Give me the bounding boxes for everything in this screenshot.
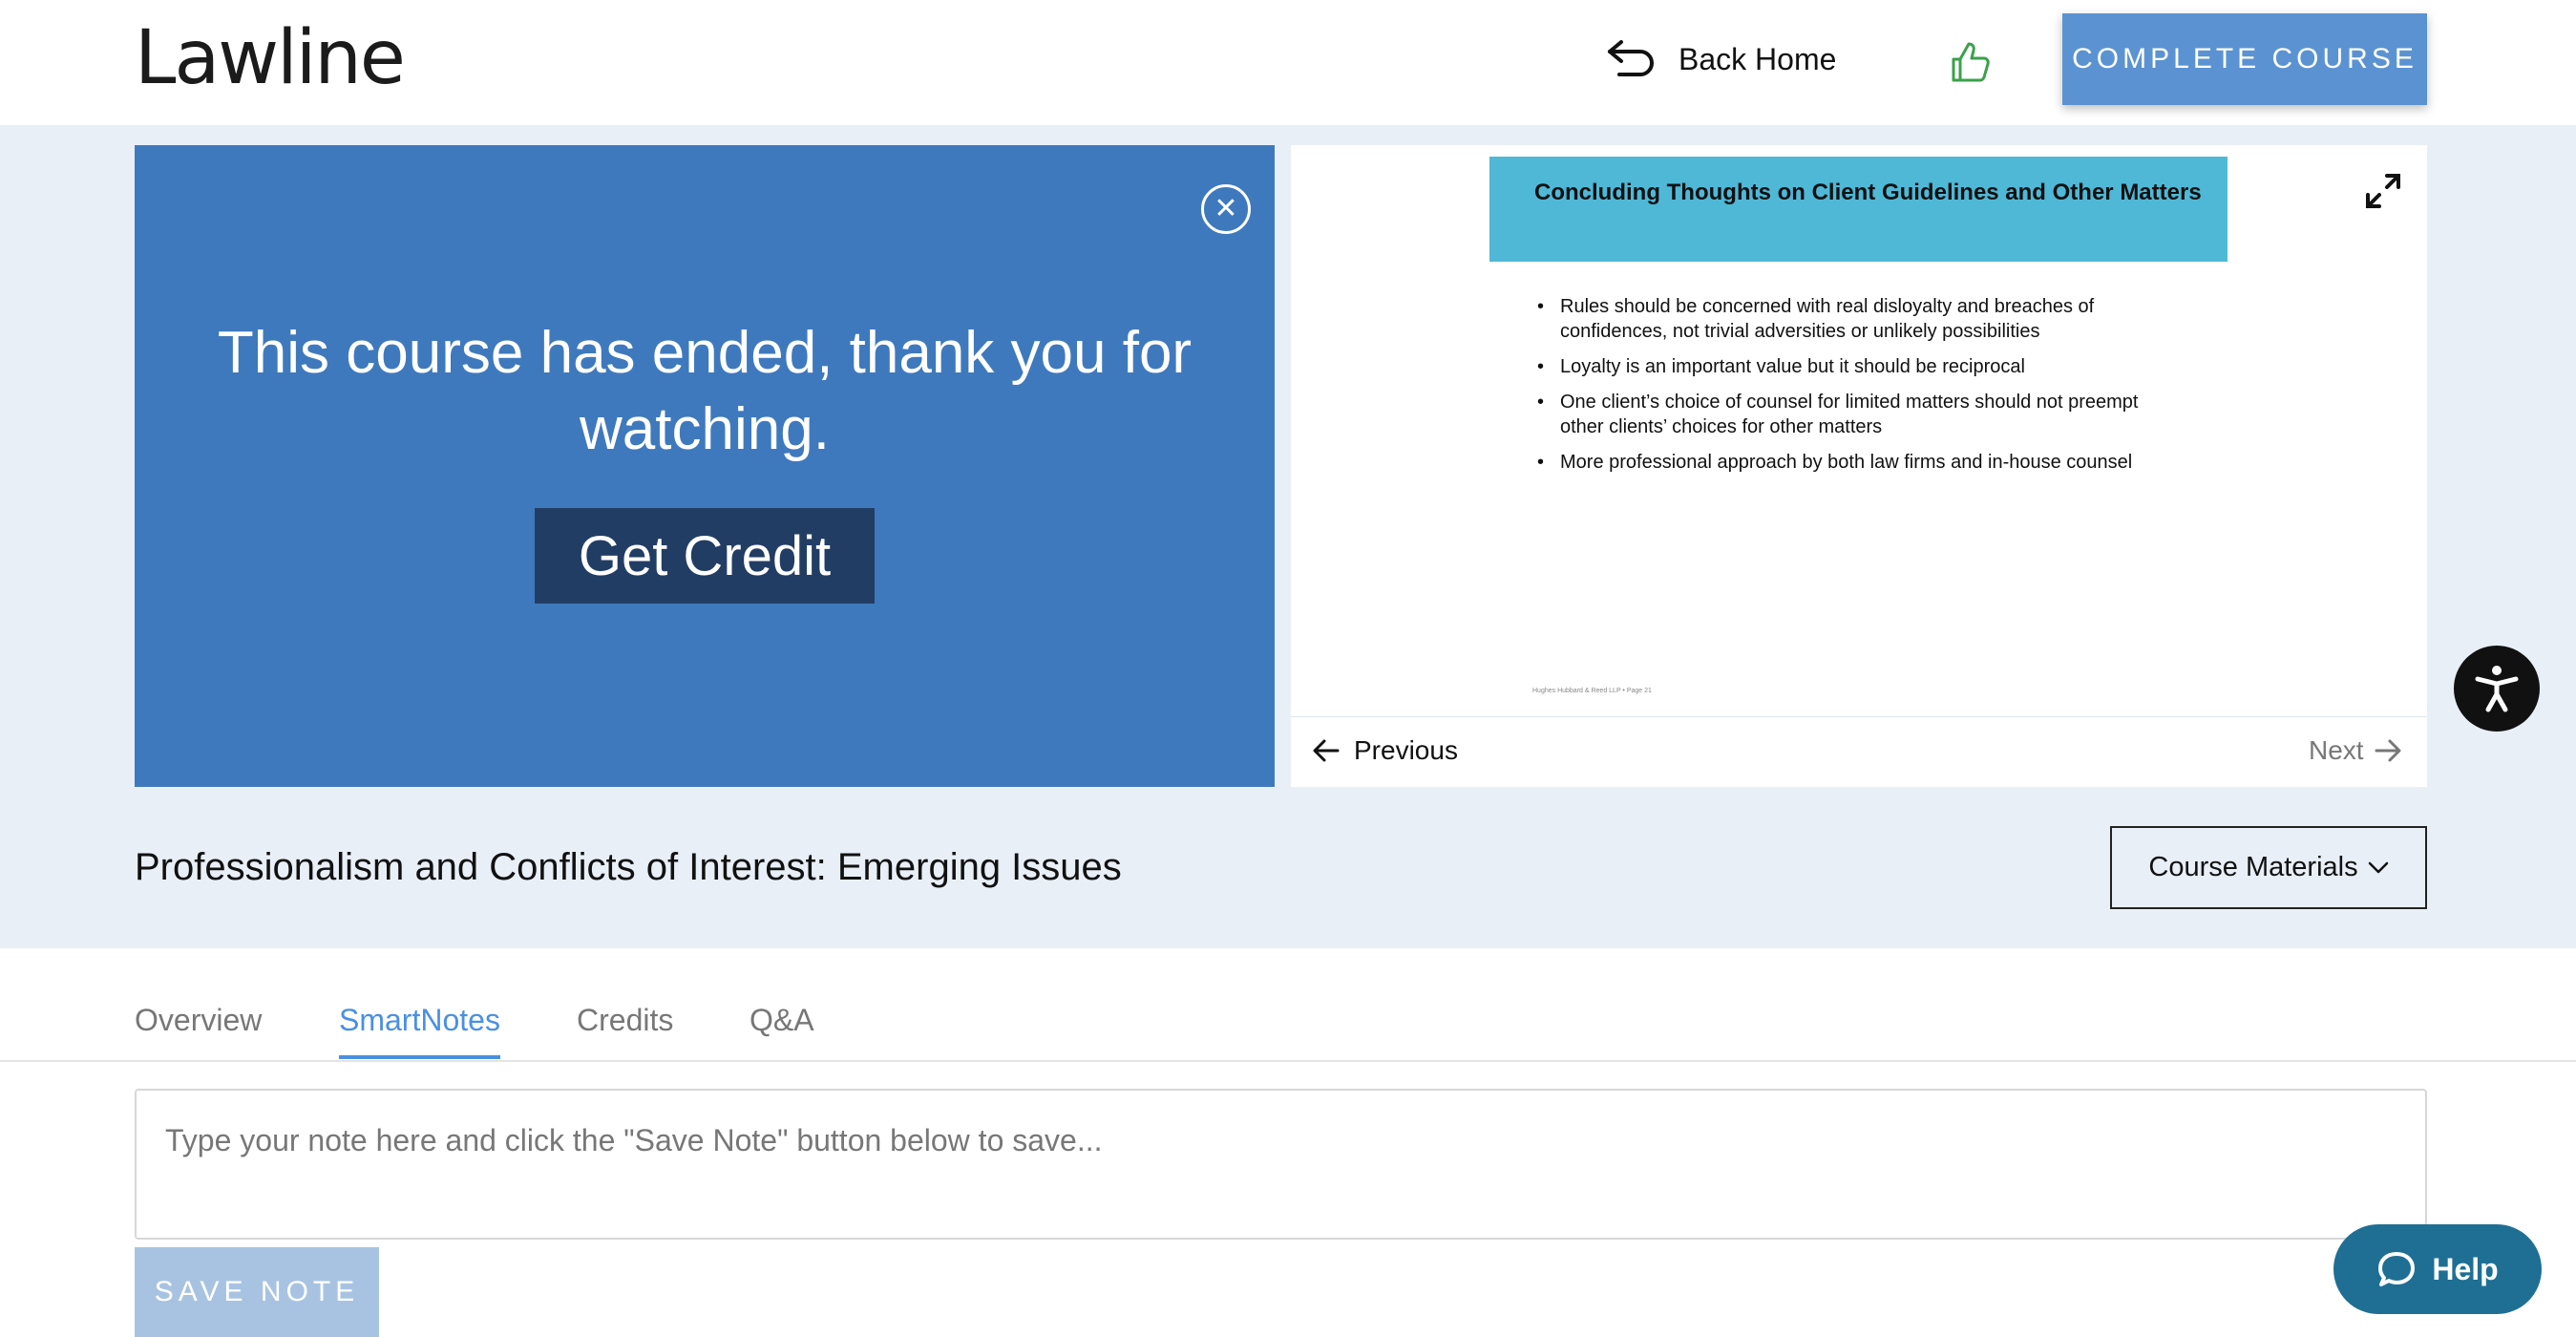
slide-bullet-list: Rules should be concerned with real disl…: [1537, 294, 2148, 485]
previous-label: Previous: [1354, 735, 1458, 765]
previous-slide-button[interactable]: Previous: [1312, 735, 1458, 766]
course-materials-label: Course Materials: [2148, 852, 2358, 882]
course-title: Professionalism and Conflicts of Interes…: [135, 846, 1122, 888]
slide-bullet: Rules should be concerned with real disl…: [1537, 294, 2148, 344]
arrow-left-icon: [1313, 739, 1340, 762]
tab-smartnotes[interactable]: SmartNotes: [339, 1003, 500, 1059]
arrow-right-icon: [2375, 739, 2401, 762]
next-slide-button[interactable]: Next: [2309, 735, 2402, 766]
slide-bullet: More professional approach by both law f…: [1537, 450, 2148, 475]
back-home-link[interactable]: Back Home: [1604, 32, 1836, 86]
slide-bullet: Loyalty is an important value but it sho…: [1537, 354, 2148, 379]
chevron-down-icon: [2368, 861, 2388, 873]
chat-bubble-icon: [2378, 1252, 2416, 1286]
thumbs-up-icon[interactable]: [1948, 38, 1994, 84]
tab-qa[interactable]: Q&A: [750, 1003, 814, 1055]
slide-footer: Hughes Hubbard & Reed LLP • Page 21: [1532, 688, 1652, 694]
slide-title: Concluding Thoughts on Client Guidelines…: [1534, 180, 2202, 205]
tab-credits[interactable]: Credits: [577, 1003, 673, 1055]
accessibility-button[interactable]: [2454, 646, 2540, 732]
back-home-label: Back Home: [1679, 41, 1837, 76]
get-credit-button[interactable]: Get Credit: [535, 508, 875, 604]
accessibility-icon: [2475, 666, 2519, 712]
back-arrow-icon: [1608, 40, 1654, 76]
course-ended-message: This course has ended, thank you for wat…: [217, 320, 1193, 462]
help-button[interactable]: Help: [2333, 1224, 2542, 1314]
expand-icon[interactable]: [2364, 172, 2402, 210]
help-label: Help: [2432, 1251, 2499, 1286]
lawline-logo[interactable]: Lawline: [135, 21, 406, 96]
slide-navigation: [1291, 716, 2427, 787]
close-icon[interactable]: ✕: [1201, 184, 1251, 234]
slide-title-banner: [1489, 157, 2228, 262]
save-note-button[interactable]: SAVE NOTE: [135, 1247, 379, 1337]
complete-course-button[interactable]: COMPLETE COURSE: [2062, 13, 2427, 105]
top-header: Lawline Back Home COMPLETE COURSE: [0, 0, 2576, 125]
slide-bullet: One client’s choice of counsel for limit…: [1537, 390, 2148, 439]
smartnote-input[interactable]: [135, 1089, 2427, 1240]
tab-overview[interactable]: Overview: [135, 1003, 262, 1055]
course-materials-dropdown[interactable]: Course Materials: [2110, 826, 2427, 909]
next-label: Next: [2309, 735, 2364, 765]
